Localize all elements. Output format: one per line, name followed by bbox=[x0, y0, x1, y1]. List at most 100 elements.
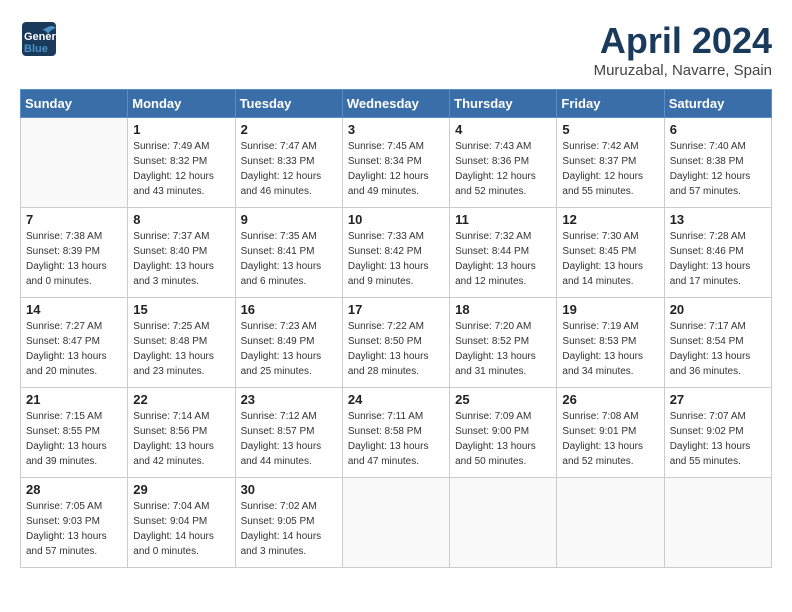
day-number: 28 bbox=[26, 482, 122, 497]
day-number: 4 bbox=[455, 122, 551, 137]
day-info: Sunrise: 7:25 AMSunset: 8:48 PMDaylight:… bbox=[133, 319, 229, 379]
day-number: 6 bbox=[670, 122, 766, 137]
day-number: 26 bbox=[562, 392, 658, 407]
day-cell: 4 Sunrise: 7:43 AMSunset: 8:36 PMDaylight… bbox=[450, 118, 557, 208]
week-row-1: 1 Sunrise: 7:49 AMSunset: 8:32 PMDaylight… bbox=[21, 118, 772, 208]
col-header-thursday: Thursday bbox=[450, 90, 557, 118]
day-number: 1 bbox=[133, 122, 229, 137]
day-number: 21 bbox=[26, 392, 122, 407]
col-header-tuesday: Tuesday bbox=[235, 90, 342, 118]
day-cell bbox=[21, 118, 128, 208]
day-number: 13 bbox=[670, 212, 766, 227]
day-number: 18 bbox=[455, 302, 551, 317]
day-number: 2 bbox=[241, 122, 337, 137]
logo: General Blue bbox=[20, 20, 58, 58]
day-cell: 16 Sunrise: 7:23 AMSunset: 8:49 PMDayligh… bbox=[235, 298, 342, 388]
day-number: 14 bbox=[26, 302, 122, 317]
col-header-friday: Friday bbox=[557, 90, 664, 118]
day-number: 3 bbox=[348, 122, 444, 137]
day-cell: 23 Sunrise: 7:12 AMSunset: 8:57 PMDayligh… bbox=[235, 388, 342, 478]
day-info: Sunrise: 7:38 AMSunset: 8:39 PMDaylight:… bbox=[26, 229, 122, 289]
day-number: 20 bbox=[670, 302, 766, 317]
day-info: Sunrise: 7:37 AMSunset: 8:40 PMDaylight:… bbox=[133, 229, 229, 289]
day-info: Sunrise: 7:35 AMSunset: 8:41 PMDaylight:… bbox=[241, 229, 337, 289]
day-cell bbox=[664, 478, 771, 568]
day-cell: 30 Sunrise: 7:02 AMSunset: 9:05 PMDayligh… bbox=[235, 478, 342, 568]
day-cell bbox=[450, 478, 557, 568]
day-number: 24 bbox=[348, 392, 444, 407]
day-number: 27 bbox=[670, 392, 766, 407]
day-number: 15 bbox=[133, 302, 229, 317]
day-number: 16 bbox=[241, 302, 337, 317]
day-info: Sunrise: 7:20 AMSunset: 8:52 PMDaylight:… bbox=[455, 319, 551, 379]
svg-text:Blue: Blue bbox=[24, 43, 48, 55]
day-info: Sunrise: 7:22 AMSunset: 8:50 PMDaylight:… bbox=[348, 319, 444, 379]
day-cell: 14 Sunrise: 7:27 AMSunset: 8:47 PMDayligh… bbox=[21, 298, 128, 388]
month-title: April 2024 bbox=[594, 20, 772, 62]
day-cell: 6Sunrise: 7:40 AMSunset: 8:38 PMDaylight… bbox=[664, 118, 771, 208]
day-number: 10 bbox=[348, 212, 444, 227]
col-header-monday: Monday bbox=[128, 90, 235, 118]
day-number: 11 bbox=[455, 212, 551, 227]
day-cell: 24Sunrise: 7:11 AMSunset: 8:58 PMDayligh… bbox=[342, 388, 449, 478]
day-number: 12 bbox=[562, 212, 658, 227]
day-cell bbox=[342, 478, 449, 568]
day-cell: 10 Sunrise: 7:33 AMSunset: 8:42 PMDayligh… bbox=[342, 208, 449, 298]
day-cell: 21Sunrise: 7:15 AMSunset: 8:55 PMDayligh… bbox=[21, 388, 128, 478]
header: General Blue April 2024 Muruzabal, Navar… bbox=[20, 20, 772, 79]
title-block: April 2024 Muruzabal, Navarre, Spain bbox=[594, 20, 772, 79]
day-cell bbox=[557, 478, 664, 568]
day-info: Sunrise: 7:27 AMSunset: 8:47 PMDaylight:… bbox=[26, 319, 122, 379]
day-number: 30 bbox=[241, 482, 337, 497]
day-info: Sunrise: 7:05 AMSunset: 9:03 PMDaylight:… bbox=[26, 499, 122, 559]
day-info: Sunrise: 7:17 AMSunset: 8:54 PMDaylight:… bbox=[670, 319, 766, 379]
day-info: Sunrise: 7:32 AMSunset: 8:44 PMDaylight:… bbox=[455, 229, 551, 289]
day-info: Sunrise: 7:09 AMSunset: 9:00 PMDaylight:… bbox=[455, 409, 551, 469]
day-info: Sunrise: 7:28 AMSunset: 8:46 PMDaylight:… bbox=[670, 229, 766, 289]
day-cell: 8 Sunrise: 7:37 AMSunset: 8:40 PMDaylight… bbox=[128, 208, 235, 298]
day-cell: 25 Sunrise: 7:09 AMSunset: 9:00 PMDayligh… bbox=[450, 388, 557, 478]
day-info: Sunrise: 7:14 AMSunset: 8:56 PMDaylight:… bbox=[133, 409, 229, 469]
col-header-sunday: Sunday bbox=[21, 90, 128, 118]
day-number: 9 bbox=[241, 212, 337, 227]
day-cell: 20 Sunrise: 7:17 AMSunset: 8:54 PMDayligh… bbox=[664, 298, 771, 388]
day-info: Sunrise: 7:42 AMSunset: 8:37 PMDaylight:… bbox=[562, 139, 658, 199]
day-cell: 26Sunrise: 7:08 AMSunset: 9:01 PMDayligh… bbox=[557, 388, 664, 478]
day-cell: 27Sunrise: 7:07 AMSunset: 9:02 PMDayligh… bbox=[664, 388, 771, 478]
day-cell: 3Sunrise: 7:45 AMSunset: 8:34 PMDaylight… bbox=[342, 118, 449, 208]
day-number: 8 bbox=[133, 212, 229, 227]
day-cell: 19 Sunrise: 7:19 AMSunset: 8:53 PMDayligh… bbox=[557, 298, 664, 388]
day-cell: 17 Sunrise: 7:22 AMSunset: 8:50 PMDayligh… bbox=[342, 298, 449, 388]
svg-text:General: General bbox=[24, 31, 58, 43]
day-info: Sunrise: 7:33 AMSunset: 8:42 PMDaylight:… bbox=[348, 229, 444, 289]
day-number: 17 bbox=[348, 302, 444, 317]
day-info: Sunrise: 7:19 AMSunset: 8:53 PMDaylight:… bbox=[562, 319, 658, 379]
week-row-4: 21Sunrise: 7:15 AMSunset: 8:55 PMDayligh… bbox=[21, 388, 772, 478]
logo-icon: General Blue bbox=[20, 20, 58, 58]
day-number: 22 bbox=[133, 392, 229, 407]
week-row-5: 28 Sunrise: 7:05 AMSunset: 9:03 PMDayligh… bbox=[21, 478, 772, 568]
day-info: Sunrise: 7:23 AMSunset: 8:49 PMDaylight:… bbox=[241, 319, 337, 379]
day-cell: 7Sunrise: 7:38 AMSunset: 8:39 PMDaylight… bbox=[21, 208, 128, 298]
day-number: 19 bbox=[562, 302, 658, 317]
day-info: Sunrise: 7:30 AMSunset: 8:45 PMDaylight:… bbox=[562, 229, 658, 289]
day-info: Sunrise: 7:12 AMSunset: 8:57 PMDaylight:… bbox=[241, 409, 337, 469]
day-info: Sunrise: 7:49 AMSunset: 8:32 PMDaylight:… bbox=[133, 139, 229, 199]
day-info: Sunrise: 7:02 AMSunset: 9:05 PMDaylight:… bbox=[241, 499, 337, 559]
day-cell: 9 Sunrise: 7:35 AMSunset: 8:41 PMDaylight… bbox=[235, 208, 342, 298]
col-header-saturday: Saturday bbox=[664, 90, 771, 118]
day-cell: 12 Sunrise: 7:30 AMSunset: 8:45 PMDayligh… bbox=[557, 208, 664, 298]
day-number: 23 bbox=[241, 392, 337, 407]
day-cell: 11 Sunrise: 7:32 AMSunset: 8:44 PMDayligh… bbox=[450, 208, 557, 298]
day-cell: 1 Sunrise: 7:49 AMSunset: 8:32 PMDaylight… bbox=[128, 118, 235, 208]
day-cell: 18 Sunrise: 7:20 AMSunset: 8:52 PMDayligh… bbox=[450, 298, 557, 388]
day-cell: 2 Sunrise: 7:47 AMSunset: 8:33 PMDaylight… bbox=[235, 118, 342, 208]
week-row-2: 7Sunrise: 7:38 AMSunset: 8:39 PMDaylight… bbox=[21, 208, 772, 298]
day-info: Sunrise: 7:43 AMSunset: 8:36 PMDaylight:… bbox=[455, 139, 551, 199]
day-info: Sunrise: 7:47 AMSunset: 8:33 PMDaylight:… bbox=[241, 139, 337, 199]
day-number: 25 bbox=[455, 392, 551, 407]
week-row-3: 14 Sunrise: 7:27 AMSunset: 8:47 PMDayligh… bbox=[21, 298, 772, 388]
day-cell: 29Sunrise: 7:04 AMSunset: 9:04 PMDayligh… bbox=[128, 478, 235, 568]
day-number: 5 bbox=[562, 122, 658, 137]
calendar-table: SundayMondayTuesdayWednesdayThursdayFrid… bbox=[20, 89, 772, 568]
